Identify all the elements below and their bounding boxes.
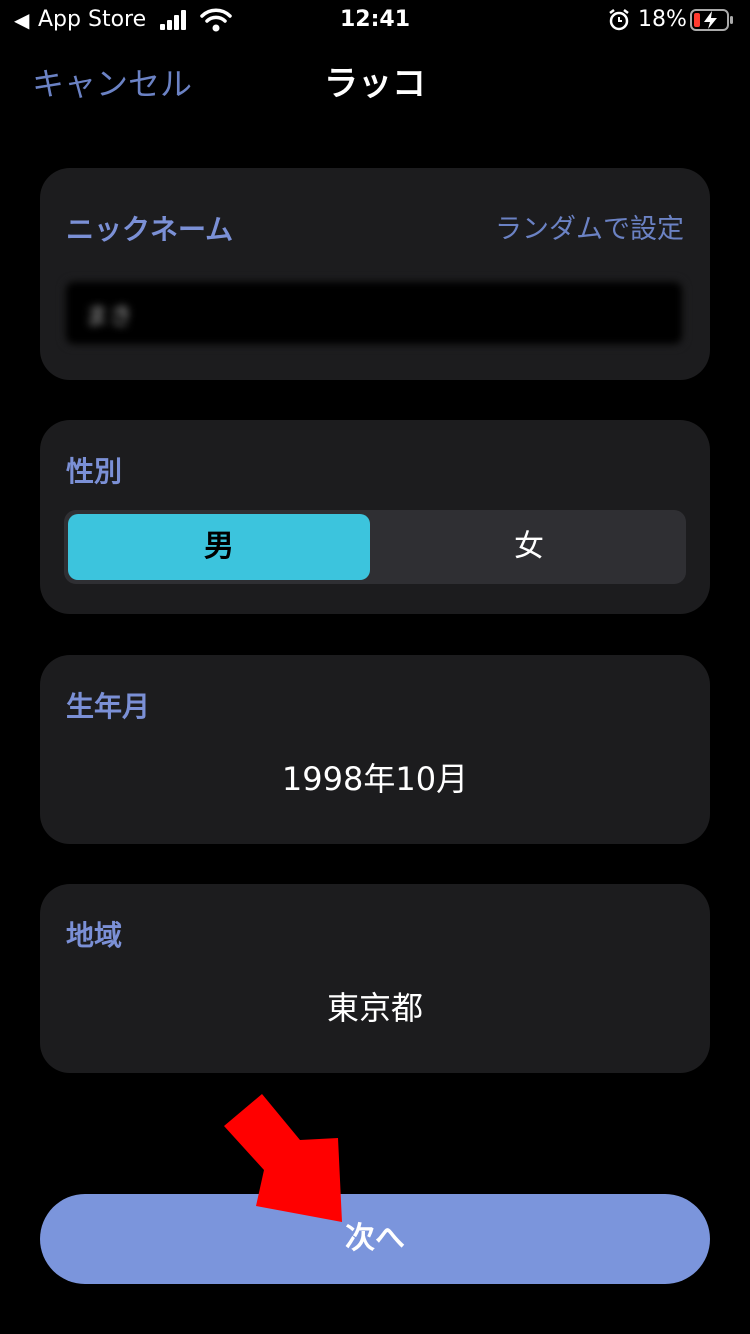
birth-month-value[interactable]: 1998年10月 xyxy=(40,759,710,799)
nickname-card: ニックネーム ランダムで設定 xyxy=(40,168,710,380)
page-title: ラッコ xyxy=(324,64,426,104)
gender-card: 性別 男 女 xyxy=(40,420,710,614)
navigation-bar: キャンセル ラッコ xyxy=(0,50,750,116)
status-bar: ◀ App Store 12:41 18% xyxy=(0,0,750,42)
random-nickname-button[interactable]: ランダムで設定 xyxy=(495,212,684,248)
gender-option-male[interactable]: 男 xyxy=(68,514,370,580)
battery-charging-icon xyxy=(690,9,733,31)
nickname-input[interactable] xyxy=(64,280,684,346)
nickname-label: ニックネーム xyxy=(66,213,234,246)
battery-percent: 18% xyxy=(638,7,687,32)
region-value[interactable]: 東京都 xyxy=(40,988,710,1028)
gender-segmented-control: 男 女 xyxy=(64,510,686,584)
birth-month-card: 生年月 1998年10月 xyxy=(40,655,710,844)
gender-option-female[interactable]: 女 xyxy=(378,514,680,580)
birth-month-label: 生年月 xyxy=(66,690,151,723)
next-button[interactable]: 次へ xyxy=(40,1194,710,1284)
gender-label: 性別 xyxy=(66,455,123,488)
region-card: 地域 東京都 xyxy=(40,884,710,1073)
region-label: 地域 xyxy=(66,919,123,952)
alarm-icon xyxy=(609,9,629,31)
